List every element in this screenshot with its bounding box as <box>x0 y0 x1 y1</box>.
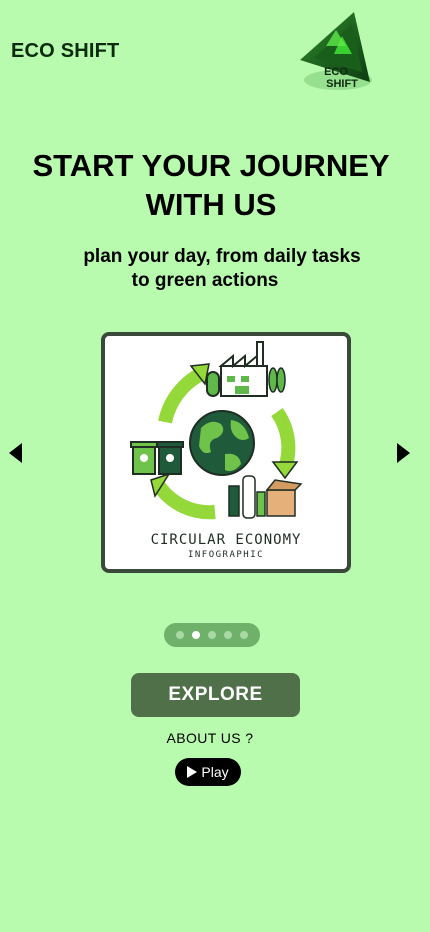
globe-icon <box>189 410 255 476</box>
play-button[interactable]: Play <box>175 758 241 786</box>
pagination-dot-1[interactable] <box>176 631 184 639</box>
logo-text-shift: SHIFT <box>326 78 358 90</box>
logo-text-eco: ECO <box>324 66 348 78</box>
carousel-pagination <box>164 623 260 647</box>
slide-subtitle: INFOGRAPHIC <box>187 550 265 560</box>
title-line-2: WITH US <box>145 187 277 222</box>
bottles-box-icon <box>228 475 303 519</box>
pagination-dot-3[interactable] <box>208 631 216 639</box>
carousel-slide[interactable]: CIRCULAR ECONOMY INFOGRAPHIC <box>101 332 351 573</box>
play-icon <box>187 766 198 778</box>
page-title: START YOUR JOURNEY WITH US <box>0 146 422 224</box>
brand-name: ECO SHIFT <box>11 40 120 62</box>
factory-icon <box>206 341 286 397</box>
subtitle-line-2: to green actions <box>131 270 279 291</box>
slide-title: CIRCULAR ECONOMY <box>150 532 302 548</box>
subtitle-line-1: plan your day, from daily tasks <box>83 246 361 267</box>
carousel-next-button[interactable] <box>397 443 410 463</box>
pagination-dot-5[interactable] <box>240 631 248 639</box>
title-line-1: START YOUR JOURNEY <box>32 148 390 183</box>
eco-shift-logo: ECO SHIFT <box>296 10 376 94</box>
page-subtitle: plan your day, from daily tasks to green… <box>0 245 430 293</box>
explore-button[interactable]: EXPLORE <box>131 673 300 717</box>
about-us-link[interactable]: ABOUT US ? <box>0 730 420 746</box>
recycle-bins-icon <box>130 441 184 475</box>
pagination-dot-2-active[interactable] <box>192 631 200 639</box>
play-label: Play <box>201 764 229 780</box>
pagination-dot-4[interactable] <box>224 631 232 639</box>
carousel-prev-button[interactable] <box>9 443 22 463</box>
